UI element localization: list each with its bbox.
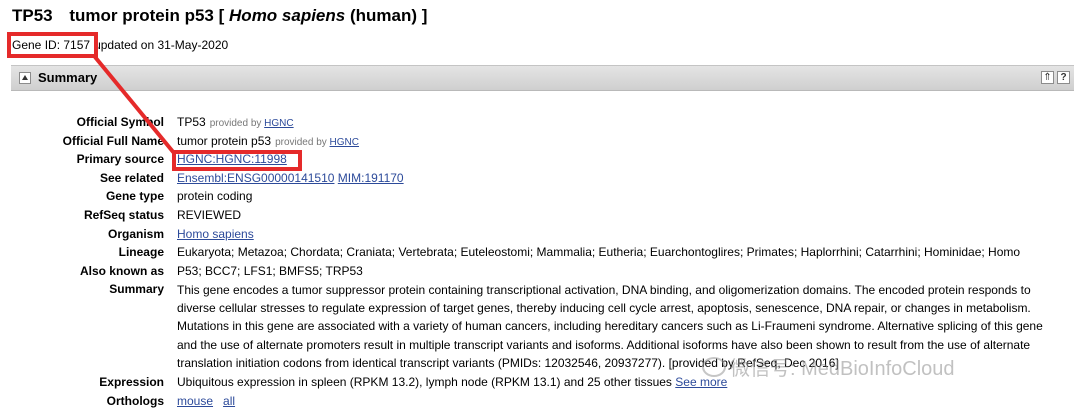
organism-label: Organism [107, 226, 164, 241]
gene-type-label: Gene type [105, 189, 164, 204]
row-refseq-status: RefSeq status REVIEWED [0, 207, 1080, 226]
summary-section-header[interactable]: Summary ⇑ ? [11, 65, 1074, 91]
orthologs-value: mouse all [177, 394, 1062, 408]
species-name: Homo sapiens [229, 6, 346, 25]
official-full-name-provenance: provided by HGNC [275, 137, 359, 148]
collapse-toggle-icon[interactable] [19, 72, 31, 84]
row-also-known-as: Also known as P53; BCC7; LFS1; BMFS5; TR… [0, 263, 1080, 282]
primary-source-label: Primary source [76, 152, 164, 167]
gene-id-highlight-box [7, 32, 98, 58]
wechat-icon [702, 357, 726, 377]
row-see-related: See related Ensembl:ENSG00000141510 MIM:… [0, 170, 1080, 189]
page-title: TP53 tumor protein p53 [ Homo sapiens (h… [12, 6, 427, 26]
hgnc-link[interactable]: HGNC [330, 137, 359, 148]
bracket-close: ] [421, 6, 428, 25]
row-gene-type: Gene type protein coding [0, 188, 1080, 207]
row-orthologs: Orthologs mouse all [0, 393, 1080, 412]
ensembl-link[interactable]: Ensembl:ENSG00000141510 [177, 171, 334, 185]
expression-label: Expression [99, 375, 164, 390]
official-full-name-text: tumor protein p53 [177, 133, 272, 148]
row-official-symbol: Official Symbol TP53 provided by HGNC [0, 114, 1080, 133]
watermark-text: 微信号: MedBioInfoCloud [730, 358, 955, 380]
refseq-status-value: REVIEWED [177, 207, 242, 222]
lineage-label: Lineage [118, 245, 164, 260]
mim-link[interactable]: MIM:191170 [338, 171, 404, 185]
official-full-name-value: tumor protein p53 provided by HGNC [177, 134, 1062, 148]
gene-full-name-title: tumor protein p53 [69, 6, 214, 25]
provided-by-text: provided by [209, 118, 262, 129]
also-known-as-value: P53; BCC7; LFS1; BMFS5; TRP53 [177, 263, 363, 278]
see-related-value: Ensembl:ENSG00000141510 MIM:191170 [177, 171, 1062, 185]
gene-type-value: protein coding [177, 189, 253, 204]
row-official-full-name: Official Full Name tumor protein p53 prov… [0, 133, 1080, 152]
back-to-top-icon[interactable]: ⇑ [1041, 71, 1054, 84]
all-orthologs-link[interactable]: all [223, 394, 235, 408]
organism-link[interactable]: Homo sapiens [177, 227, 254, 241]
official-symbol-text: TP53 [177, 115, 206, 129]
bracket-open: [ [218, 6, 225, 25]
expression-text: Ubiquitous expression in spleen (RPKM 13… [177, 375, 672, 390]
watermark: 微信号: MedBioInfoCloud [702, 352, 955, 381]
gene-symbol-title: TP53 [12, 6, 53, 25]
updated-date: updated on 31-May-2020 [94, 38, 229, 52]
also-known-as-label: Also known as [79, 263, 164, 278]
summary-label: Summary [109, 282, 164, 297]
lineage-value: Eukaryota; Metazoa; Chordata; Craniata; … [177, 245, 1021, 260]
refseq-status-label: RefSeq status [83, 207, 164, 222]
organism-value: Homo sapiens [177, 227, 1062, 241]
official-symbol-provenance: provided by HGNC [210, 118, 294, 129]
row-primary-source: Primary source HGNC:HGNC:11998 [0, 151, 1080, 170]
provided-by-text: provided by [275, 136, 327, 148]
mouse-ortholog-link[interactable]: mouse [177, 394, 213, 408]
help-icon[interactable]: ? [1057, 71, 1070, 84]
primary-source-value: HGNC:HGNC:11998 [177, 152, 1062, 166]
row-lineage: Lineage Eukaryota; Metazoa; Chordata; Cr… [0, 244, 1080, 263]
orthologs-label: Orthologs [106, 393, 164, 408]
primary-source-highlight-box [172, 150, 302, 171]
hgnc-link[interactable]: HGNC [264, 118, 293, 129]
summary-section-title: Summary [38, 70, 98, 85]
see-related-label: See related [99, 170, 164, 185]
row-organism: Organism Homo sapiens [0, 226, 1080, 245]
species-common-name: (human) [349, 6, 418, 25]
official-full-name-label: Official Full Name [62, 133, 164, 148]
official-symbol-label: Official Symbol [76, 115, 164, 129]
official-symbol-value: TP53 provided by HGNC [177, 115, 1062, 129]
